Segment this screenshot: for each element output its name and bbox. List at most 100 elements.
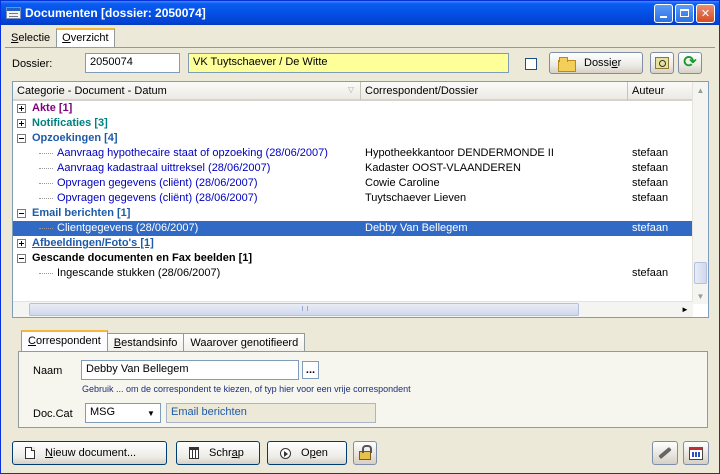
calendar-button[interactable] — [683, 441, 709, 465]
documents-tree-grid[interactable]: Categorie - Document - Datum ▽ Correspond… — [12, 81, 709, 318]
category-row[interactable]: Notificaties [3] — [13, 116, 693, 131]
grid-header: Categorie - Document - Datum ▽ Correspond… — [13, 82, 693, 101]
category-label: Gescande documenten en Fax beelden [1] — [32, 252, 253, 264]
dossier-name-field: VK Tuytschaever / De Witte — [188, 53, 509, 73]
author-cell: stefaan — [632, 222, 669, 234]
dossier-checkbox[interactable] — [525, 58, 537, 70]
scroll-down-icon[interactable]: ▼ — [693, 288, 708, 304]
horizontal-scrollbar[interactable]: ► — [13, 301, 693, 317]
doccat-select[interactable]: MSG ▼ — [85, 403, 161, 423]
refresh-button[interactable]: ⟳ — [678, 52, 702, 74]
grid-body: Akte [1] Notificaties [3] Opzoekingen [4] A… — [13, 101, 693, 281]
category-row[interactable]: Opzoekingen [4] — [13, 131, 693, 146]
new-document-button[interactable]: Nieuw document... — [12, 441, 167, 465]
tab-bestandsinfo[interactable]: Bestandsinfo — [106, 333, 185, 352]
search-icon — [655, 57, 669, 69]
category-row[interactable]: Akte [1] — [13, 101, 693, 116]
table-row[interactable]: Aanvraag kadastraal uittreksel (28/06/20… — [13, 161, 693, 176]
edit-button[interactable] — [652, 441, 678, 465]
vertical-scrollbar[interactable]: ▲ ▼ — [692, 82, 708, 304]
correspondent-cell: Cowie Caroline — [365, 177, 440, 189]
delete-button[interactable]: Schrap — [176, 441, 260, 465]
doccat-description: Email berichten — [166, 403, 376, 423]
author-cell: stefaan — [632, 192, 669, 204]
main-tab-strip: Selectie Overzicht — [5, 28, 115, 48]
trash-icon — [189, 447, 199, 459]
scroll-up-icon[interactable]: ▲ — [693, 82, 708, 98]
table-row[interactable]: Ingescande stukken (28/06/2007) stefaan — [13, 266, 693, 281]
choose-correspondent-button[interactable]: ... — [302, 361, 319, 379]
tab-selectie-label: electie — [18, 32, 51, 44]
new-document-label: Nieuw document... — [45, 447, 137, 459]
tab-waarover-genotifieerd[interactable]: Waarover genotifieerd — [183, 333, 306, 352]
correspondent-hint: Gebruik ... om de correspondent te kieze… — [82, 384, 411, 394]
table-row[interactable]: Aanvraag hypothecaire staat of opzoeking… — [13, 146, 693, 161]
dossier-number-field[interactable]: 2050074 — [85, 53, 180, 73]
expand-icon[interactable] — [17, 239, 26, 248]
table-row-selected[interactable]: Clientgegevens (28/06/2007) Debby Van Bel… — [13, 221, 693, 236]
scroll-grip-icon — [302, 306, 308, 311]
naam-field[interactable]: Debby Van Bellegem — [81, 360, 299, 380]
scroll-right-icon[interactable]: ► — [677, 302, 693, 317]
author-cell: stefaan — [632, 177, 669, 189]
naam-label: Naam — [33, 365, 63, 377]
minimize-button[interactable] — [654, 3, 673, 23]
category-cell: Notificaties [3] — [13, 116, 361, 131]
search-button[interactable] — [650, 52, 674, 74]
refresh-icon: ⟳ — [683, 54, 697, 71]
title-bar[interactable]: Documenten [dossier: 2050074] ✕ — [1, 1, 719, 25]
author-cell: stefaan — [632, 147, 669, 159]
documenten-window: Documenten [dossier: 2050074] ✕ Selectie… — [0, 0, 720, 474]
category-label: Email berichten [1] — [32, 207, 131, 219]
collapse-icon[interactable] — [17, 134, 26, 143]
author-cell: stefaan — [632, 267, 669, 279]
column-header-correspondent[interactable]: Correspondent/Dossier — [361, 82, 628, 101]
collapse-icon[interactable] — [17, 209, 26, 218]
category-label: Afbeeldingen/Foto's [1] — [32, 237, 154, 249]
category-label: Opzoekingen [4] — [32, 132, 118, 144]
correspondent-cell — [361, 266, 628, 281]
category-cell: Email berichten [1] — [13, 206, 361, 221]
document-cell: Clientgegevens (28/06/2007) — [13, 221, 361, 236]
tab-selectie[interactable]: Selectie — [5, 29, 56, 48]
expand-icon[interactable] — [17, 119, 26, 128]
vertical-scroll-thumb[interactable] — [694, 262, 707, 284]
category-label: Akte [1] — [32, 102, 73, 114]
table-row[interactable]: Opvragen gegevens (cliënt) (28/06/2007) C… — [13, 176, 693, 191]
category-cell: Afbeeldingen/Foto's [1] — [13, 236, 361, 251]
delete-label: Schrap — [209, 447, 244, 459]
category-row[interactable]: Afbeeldingen/Foto's [1] — [13, 236, 693, 251]
category-row[interactable]: Gescande documenten en Fax beelden [1] — [13, 251, 693, 266]
document-cell: Ingescande stukken (28/06/2007) — [13, 266, 361, 281]
category-label: Notificaties [3] — [32, 117, 108, 129]
tab-correspondent[interactable]: Correspondent — [21, 330, 108, 352]
dossier-button[interactable]: Dossier — [549, 52, 643, 74]
column-header-categorie[interactable]: Categorie - Document - Datum ▽ — [13, 82, 361, 101]
doccat-selected-value: MSG — [90, 406, 116, 418]
sort-indicator-icon: ▽ — [347, 85, 354, 94]
open-button[interactable]: Open — [267, 441, 347, 465]
category-cell: Akte [1] — [13, 101, 361, 116]
document-cell: Aanvraag kadastraal uittreksel (28/06/20… — [13, 161, 361, 176]
document-cell: Opvragen gegevens (cliënt) (28/06/2007) — [13, 191, 361, 206]
close-button[interactable]: ✕ — [696, 3, 715, 23]
new-document-icon — [25, 447, 35, 459]
lock-button[interactable] — [353, 441, 377, 465]
collapse-icon[interactable] — [17, 254, 26, 263]
chevron-down-icon[interactable]: ▼ — [143, 405, 159, 421]
doccat-label: Doc.Cat — [33, 408, 73, 420]
tab-overzicht[interactable]: Overzicht — [56, 28, 115, 48]
detail-tab-strip: Correspondent Bestandsinfo Waarover geno… — [21, 330, 306, 352]
column-header-auteur[interactable]: Auteur — [628, 82, 693, 101]
open-label: Open — [301, 447, 328, 459]
tab-overzicht-key: O — [62, 32, 71, 44]
maximize-button[interactable] — [675, 3, 694, 23]
open-folder-icon — [558, 56, 576, 72]
tab-overzicht-label: verzicht — [70, 32, 109, 44]
category-row[interactable]: Email berichten [1] — [13, 206, 693, 221]
expand-icon[interactable] — [17, 104, 26, 113]
correspondent-cell: Tuytschaever Lieven — [365, 192, 467, 204]
table-row[interactable]: Opvragen gegevens (cliënt) (28/06/2007) T… — [13, 191, 693, 206]
minimize-icon — [660, 16, 667, 18]
dossier-label: Dossier: — [12, 58, 53, 70]
